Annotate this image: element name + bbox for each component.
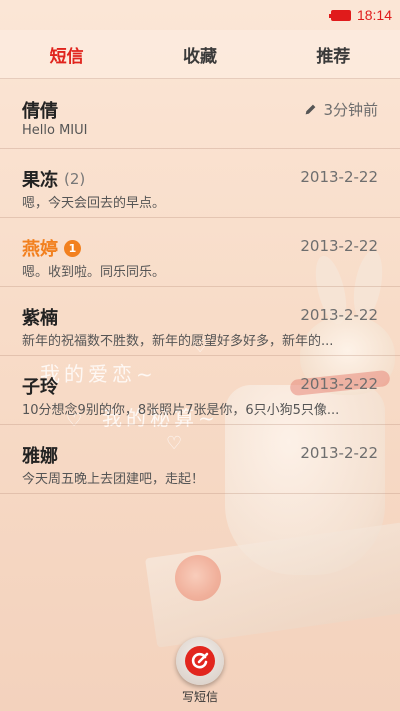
message-preview: 嗯，今天会回去的早点。	[22, 196, 166, 211]
message-preview: 今天周五晚上去团建吧，走起！	[22, 472, 205, 487]
conversation-row[interactable]: 果冻 (2) 2013-2-22 嗯，今天会回去的早点。	[0, 149, 400, 218]
conversation-list: 倩倩 3分钟前 Hello MIUI 果冻 (2) 2013-2-22 嗯，今天…	[0, 80, 400, 494]
clock: 18:14	[356, 7, 392, 23]
status-bar: 18:14	[0, 0, 400, 30]
compose-label: 写短信	[181, 690, 218, 704]
tab-favorites[interactable]: 收藏	[133, 30, 266, 78]
contact-name: 紫楠	[22, 308, 58, 329]
message-date: 2013-2-22	[300, 375, 378, 393]
contact-name: 雅娜	[22, 446, 58, 467]
message-date: 2013-2-22	[300, 237, 378, 255]
conversation-row[interactable]: 子玲 2013-2-22 10分想念9别的你，8张照片7张是你，6只小狗5只像.…	[0, 356, 400, 425]
message-time: 3分钟前	[304, 99, 378, 120]
message-preview: 新年的祝福数不胜数，新年的愿望好多好多，新年的...	[22, 334, 334, 349]
conversation-row[interactable]: 燕婷 1 2013-2-22 嗯。收到啦。同乐同乐。	[0, 218, 400, 287]
tab-recommended[interactable]: 推荐	[267, 30, 400, 78]
message-preview: 10分想念9别的你，8张照片7张是你，6只小狗5只像...	[22, 403, 340, 418]
battery-icon	[328, 9, 351, 21]
conversation-row[interactable]: 倩倩 3分钟前 Hello MIUI	[0, 80, 400, 149]
compose-icon	[185, 646, 215, 676]
message-preview: 嗯。收到啦。同乐同乐。	[22, 265, 166, 280]
message-date: 2013-2-22	[300, 444, 378, 462]
tab-bar: 短信 收藏 推荐	[0, 30, 400, 79]
tab-messages[interactable]: 短信	[0, 30, 133, 78]
contact-name: 燕婷 1	[22, 235, 81, 261]
compose-button[interactable]	[176, 637, 224, 685]
contact-name: 倩倩	[22, 101, 58, 122]
message-date: 2013-2-22	[300, 168, 378, 186]
contact-name: 子玲	[22, 377, 58, 398]
pencil-icon	[306, 104, 316, 115]
contact-name: 果冻 (2)	[22, 170, 86, 191]
unread-badge: 1	[64, 239, 81, 257]
message-date: 2013-2-22	[300, 306, 378, 324]
conversation-row[interactable]: 紫楠 2013-2-22 新年的祝福数不胜数，新年的愿望好多好多，新年的...	[0, 287, 400, 356]
message-count: (2)	[64, 170, 86, 188]
message-preview: Hello MIUI	[22, 123, 88, 138]
conversation-row[interactable]: 雅娜 2013-2-22 今天周五晚上去团建吧，走起！	[0, 425, 400, 494]
